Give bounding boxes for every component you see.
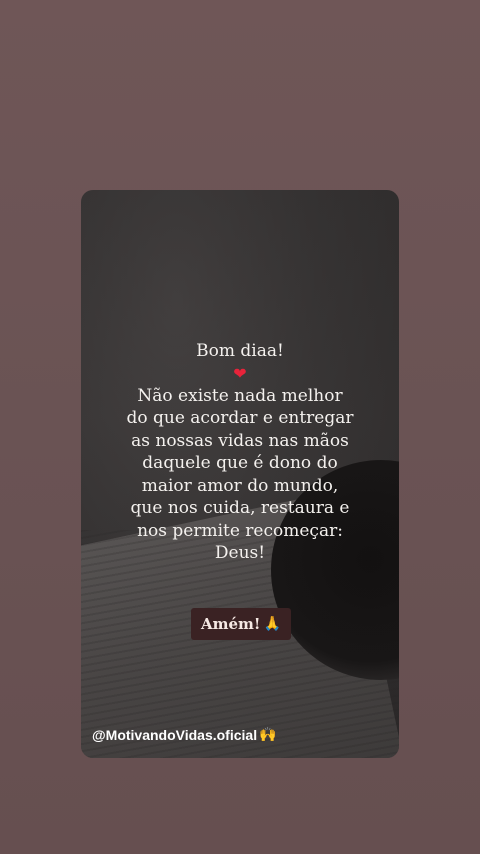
story-message: Bom diaa! ❤ Não existe nada melhor do qu… (81, 340, 399, 565)
greeting-text: Bom diaa! (196, 341, 284, 361)
message-line: maior amor do mundo, (141, 475, 339, 496)
praying-hands-icon: 🙏 (263, 616, 281, 632)
message-line: Deus! (214, 543, 266, 563)
handle-text: @MotivandoVidas.oficial (92, 726, 258, 743)
story-card[interactable]: Bom diaa! ❤ Não existe nada melhor do qu… (81, 190, 399, 758)
amen-label: Amém! (201, 615, 261, 633)
message-line: Não existe nada melhor (137, 385, 343, 406)
message-line: as nossas vidas nas mãos (131, 430, 349, 451)
message-line: que nos cuida, restaura e (130, 498, 350, 518)
amen-sticker[interactable]: Amém! 🙏 (191, 608, 291, 640)
account-handle[interactable]: @MotivandoVidas.oficial 🙌 (92, 726, 277, 743)
message-line: do que acordar e entregar (126, 408, 354, 428)
message-line: nos permite recomeçar: (137, 520, 343, 541)
raised-hands-icon: 🙌 (259, 726, 277, 742)
message-line: daquele que é dono do (142, 453, 338, 473)
heart-icon: ❤ (233, 363, 247, 383)
